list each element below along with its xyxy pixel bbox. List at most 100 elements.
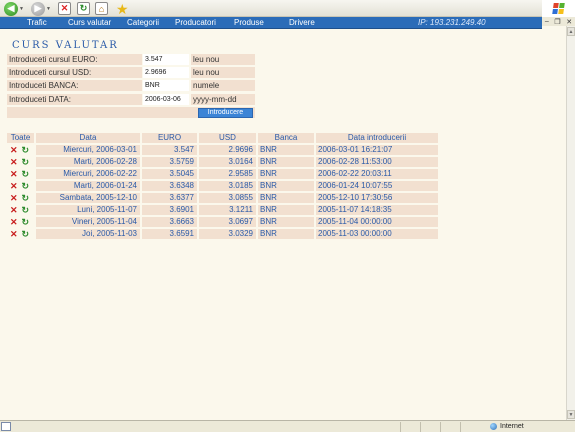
cell-entry-date: 2005-11-03 00:00:00 xyxy=(316,229,438,239)
home-icon: ⌂ xyxy=(95,2,108,15)
nav-item-trafic[interactable]: Trafic xyxy=(27,18,47,28)
date-input[interactable] xyxy=(143,94,189,105)
cell-date: Vineri, 2005-11-04 xyxy=(36,217,140,227)
nav-item-produse[interactable]: Produse xyxy=(234,18,264,28)
vertical-scrollbar[interactable]: ▲ ▼ xyxy=(566,26,575,420)
zone-label: Internet xyxy=(500,423,524,430)
cell-date: Sambata, 2005-12-10 xyxy=(36,193,140,203)
bank-label: Introduceti BANCA: xyxy=(7,80,142,91)
nav-item-producatori[interactable]: Producatori xyxy=(175,18,216,28)
back-dropdown-icon[interactable]: ▼ xyxy=(19,6,24,12)
page-done-icon xyxy=(1,422,11,431)
delete-x-icon[interactable]: ✕ xyxy=(10,205,18,215)
refresh-button[interactable]: ↻ xyxy=(77,1,90,16)
cell-usd: 3.0329 xyxy=(199,229,256,239)
restore-icon[interactable]: ❐ xyxy=(554,18,560,26)
nav-item-categorii[interactable]: Categorii xyxy=(127,18,159,28)
cell-date: Joi, 2005-11-03 xyxy=(36,229,140,239)
cell-bank: BNR xyxy=(258,205,314,215)
row-actions: ✕ ↻ xyxy=(7,205,34,215)
cell-entry-date: 2006-02-22 20:03:11 xyxy=(316,169,438,179)
cell-entry-date: 2006-02-28 11:53:00 xyxy=(316,157,438,167)
cell-bank: BNR xyxy=(258,169,314,179)
cell-euro: 3.5759 xyxy=(142,157,197,167)
usd-label: Introduceti cursul USD: xyxy=(7,67,142,78)
cell-usd: 3.1211 xyxy=(199,205,256,215)
refresh-edit-icon[interactable]: ↻ xyxy=(22,229,30,239)
back-button[interactable]: ◀ ▼ xyxy=(4,1,24,16)
cell-entry-date: 2005-12-10 17:30:56 xyxy=(316,193,438,203)
delete-x-icon[interactable]: ✕ xyxy=(10,157,18,167)
cell-euro: 3.6591 xyxy=(142,229,197,239)
form-row-usd: Introduceti cursul USD: leu nou xyxy=(7,67,255,78)
refresh-edit-icon[interactable]: ↻ xyxy=(22,217,30,227)
status-bar: Internet xyxy=(0,420,575,432)
cell-date: Marti, 2006-02-28 xyxy=(36,157,140,167)
delete-x-icon[interactable]: ✕ xyxy=(10,169,18,179)
internet-globe-icon xyxy=(490,423,497,430)
bank-input[interactable] xyxy=(143,80,189,91)
status-divider xyxy=(440,422,441,432)
forward-arrow-icon: ▶ xyxy=(31,1,45,16)
euro-input[interactable] xyxy=(143,54,189,65)
cell-euro: 3.6901 xyxy=(142,205,197,215)
minimize-icon[interactable]: – xyxy=(545,18,549,25)
cell-euro: 3.547 xyxy=(142,145,197,155)
row-actions: ✕ ↻ xyxy=(7,145,34,155)
header-data-introducerii: Data introducerii xyxy=(316,133,438,143)
header-euro: EURO xyxy=(142,133,197,143)
scroll-up-icon[interactable]: ▲ xyxy=(567,27,575,36)
form-row-date: Introduceti DATA: yyyy-mm-dd xyxy=(7,94,255,105)
delete-x-icon[interactable]: ✕ xyxy=(10,217,18,227)
forward-dropdown-icon[interactable]: ▼ xyxy=(46,6,51,12)
security-zone: Internet xyxy=(490,421,524,432)
back-arrow-icon: ◀ xyxy=(4,1,18,16)
delete-x-icon[interactable]: ✕ xyxy=(10,181,18,191)
nav-item-curs-valutar[interactable]: Curs valutar xyxy=(68,18,111,28)
ip-address: IP: 193.231.249.40 xyxy=(418,18,486,27)
cell-usd: 3.0697 xyxy=(199,217,256,227)
close-icon[interactable]: ✕ xyxy=(566,18,572,26)
cell-euro: 3.6377 xyxy=(142,193,197,203)
header-data: Data xyxy=(36,133,140,143)
form-row-bank: Introduceti BANCA: numele xyxy=(7,80,255,91)
delete-x-icon[interactable]: ✕ xyxy=(10,229,18,239)
form-row-euro: Introduceti cursul EURO: leu nou xyxy=(7,54,255,65)
row-actions: ✕ ↻ xyxy=(7,157,34,167)
header-usd: USD xyxy=(199,133,256,143)
status-divider xyxy=(400,422,401,432)
favorites-button[interactable]: ★ xyxy=(116,1,129,16)
refresh-edit-icon[interactable]: ↻ xyxy=(22,205,30,215)
favorites-star-icon: ★ xyxy=(116,0,129,17)
refresh-edit-icon[interactable]: ↻ xyxy=(22,193,30,203)
header-banca: Banca xyxy=(258,133,314,143)
windows-logo xyxy=(542,0,575,17)
refresh-edit-icon[interactable]: ↻ xyxy=(22,157,30,167)
cell-bank: BNR xyxy=(258,181,314,191)
cell-date: Miercuri, 2006-03-01 xyxy=(36,145,140,155)
cell-euro: 3.5045 xyxy=(142,169,197,179)
browser-toolbar: ◀ ▼ ▶ ▼ ✕ ↻ ⌂ ★ xyxy=(0,0,575,17)
forward-button[interactable]: ▶ ▼ xyxy=(31,1,51,16)
usd-input[interactable] xyxy=(143,67,189,78)
scroll-down-icon[interactable]: ▼ xyxy=(567,410,575,419)
refresh-edit-icon[interactable]: ↻ xyxy=(22,169,30,179)
refresh-edit-icon[interactable]: ↻ xyxy=(22,181,30,191)
header-toate[interactable]: Toate xyxy=(7,133,34,143)
cell-usd: 2.9585 xyxy=(199,169,256,179)
delete-x-icon[interactable]: ✕ xyxy=(10,145,18,155)
delete-x-icon[interactable]: ✕ xyxy=(10,193,18,203)
row-actions: ✕ ↻ xyxy=(7,193,34,203)
cell-euro: 3.6663 xyxy=(142,217,197,227)
refresh-edit-icon[interactable]: ↻ xyxy=(22,145,30,155)
page-title: CURS VALUTAR xyxy=(12,40,119,51)
home-button[interactable]: ⌂ xyxy=(95,1,108,16)
introducere-button[interactable]: Introducere xyxy=(198,108,253,118)
nav-item-drivere[interactable]: Drivere xyxy=(289,18,315,28)
cell-date: Luni, 2005-11-07 xyxy=(36,205,140,215)
stop-button[interactable]: ✕ xyxy=(58,1,71,16)
cell-usd: 3.0185 xyxy=(199,181,256,191)
cell-bank: BNR xyxy=(258,217,314,227)
site-nav: Trafic Curs valutar Categorii Producator… xyxy=(0,17,542,29)
bank-unit: numele xyxy=(191,80,255,91)
